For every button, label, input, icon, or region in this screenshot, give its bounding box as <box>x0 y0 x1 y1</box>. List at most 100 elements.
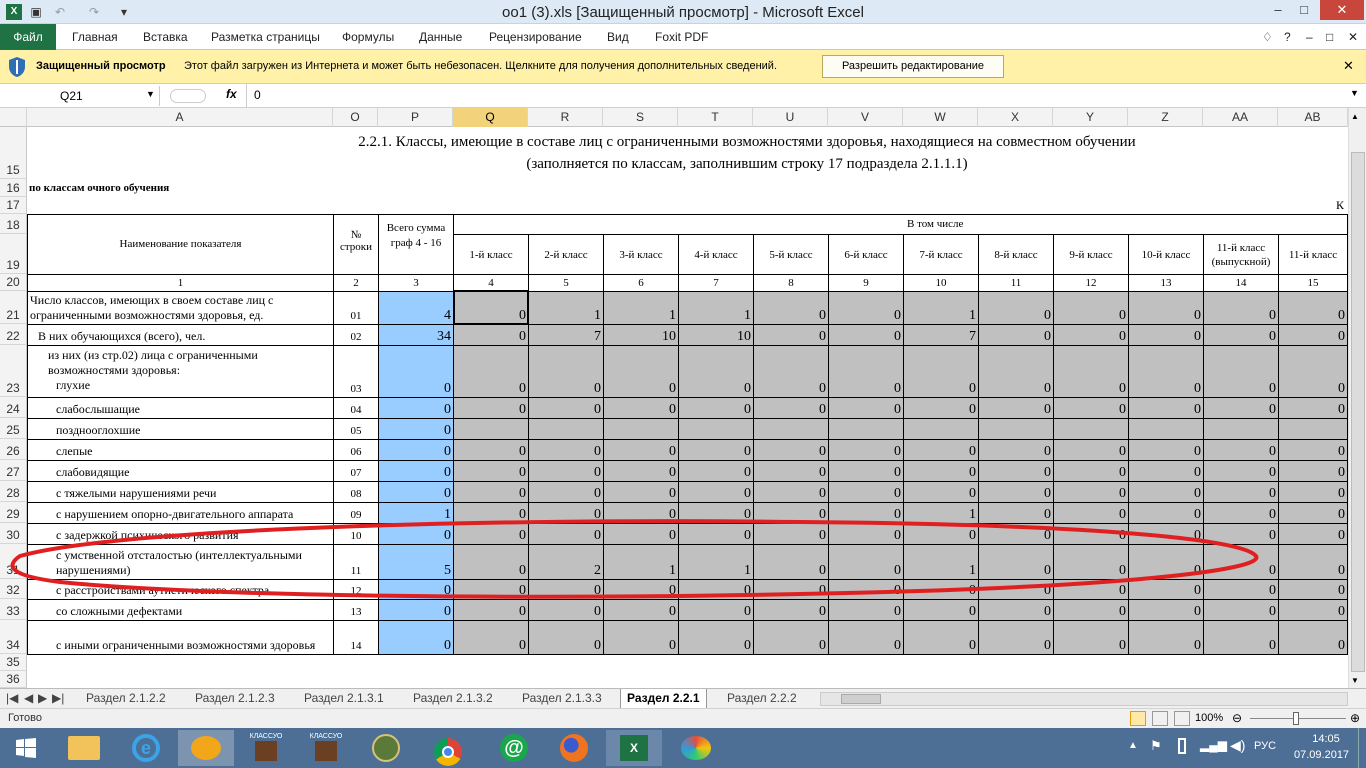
total-cell[interactable]: 0 <box>378 345 454 398</box>
row-header-34[interactable]: 34 <box>0 620 27 654</box>
value-cell[interactable]: 0 <box>528 481 604 503</box>
value-cell[interactable]: 0 <box>453 324 529 346</box>
value-cell[interactable]: 0 <box>1278 439 1348 461</box>
column-header-Y[interactable]: Y <box>1053 108 1128 127</box>
class-header[interactable]: 10-й класс <box>1128 234 1204 275</box>
class-header[interactable]: 6-й класс <box>828 234 904 275</box>
formula-input[interactable]: 0 <box>254 88 261 102</box>
volume-icon[interactable]: ◀) <box>1230 737 1245 754</box>
value-cell[interactable]: 0 <box>1203 460 1279 482</box>
zoom-out-icon[interactable]: ⊖ <box>1232 711 1242 725</box>
row-header-25[interactable]: 25 <box>0 418 27 439</box>
sheet-tab-2131[interactable]: Раздел 2.1.3.1 <box>304 691 384 705</box>
value-cell[interactable]: 0 <box>978 324 1054 346</box>
value-cell[interactable]: 0 <box>1053 481 1129 503</box>
column-number[interactable]: 9 <box>828 274 904 292</box>
clock-date[interactable]: 07.09.2017 <box>1294 749 1349 761</box>
workbook-close-icon[interactable]: ✕ <box>1348 30 1358 44</box>
value-cell[interactable]: 0 <box>903 460 979 482</box>
value-cell[interactable]: 0 <box>1128 439 1204 461</box>
value-cell[interactable]: 0 <box>753 345 829 398</box>
close-icon[interactable]: ✕ <box>1343 58 1354 74</box>
value-cell[interactable] <box>978 418 1054 440</box>
file-explorer-icon[interactable] <box>56 730 112 766</box>
value-cell[interactable]: 0 <box>978 291 1054 325</box>
class-header[interactable]: 5-й класс <box>753 234 829 275</box>
row-header-26[interactable]: 26 <box>0 439 27 460</box>
value-cell[interactable]: 0 <box>903 439 979 461</box>
value-cell[interactable]: 0 <box>903 397 979 419</box>
total-cell[interactable]: 4 <box>378 291 454 325</box>
insert-function-icon[interactable]: fx <box>226 87 237 101</box>
value-cell[interactable]: 10 <box>678 324 754 346</box>
value-cell[interactable]: 0 <box>603 481 679 503</box>
workbook-minimize-icon[interactable]: – <box>1306 30 1313 44</box>
value-cell[interactable] <box>1278 418 1348 440</box>
value-cell[interactable]: 0 <box>603 620 679 655</box>
tab-data[interactable]: Данные <box>419 30 462 44</box>
row-label[interactable]: позднооглохшие <box>27 418 334 440</box>
value-cell[interactable]: 0 <box>1278 291 1348 325</box>
column-header-A[interactable]: A <box>27 108 333 127</box>
value-cell[interactable]: 0 <box>1128 481 1204 503</box>
column-header-P[interactable]: P <box>378 108 453 127</box>
scrollbar-thumb[interactable] <box>841 694 881 704</box>
total-cell[interactable]: 0 <box>378 460 454 482</box>
value-cell[interactable]: 0 <box>453 439 529 461</box>
value-cell[interactable] <box>903 418 979 440</box>
sheet-tab-2133[interactable]: Раздел 2.1.3.3 <box>522 691 602 705</box>
start-button[interactable] <box>0 730 52 766</box>
value-cell[interactable] <box>603 418 679 440</box>
row-code[interactable]: 14 <box>333 620 379 655</box>
value-cell[interactable]: 0 <box>1278 460 1348 482</box>
value-cell[interactable]: 0 <box>753 620 829 655</box>
value-cell[interactable]: 0 <box>1128 345 1204 398</box>
internet-explorer-icon[interactable]: e <box>118 730 174 766</box>
row-code[interactable]: 03 <box>333 345 379 398</box>
row-code[interactable]: 07 <box>333 460 379 482</box>
value-cell[interactable]: 0 <box>1203 439 1279 461</box>
row-code[interactable]: 02 <box>333 324 379 346</box>
value-cell[interactable] <box>1053 418 1129 440</box>
tab-foxit-pdf[interactable]: Foxit PDF <box>655 30 708 44</box>
value-cell[interactable]: 0 <box>1053 460 1129 482</box>
value-cell[interactable]: 0 <box>678 460 754 482</box>
value-cell[interactable]: 0 <box>828 397 904 419</box>
value-cell[interactable]: 7 <box>903 324 979 346</box>
klassuo-app-icon-2[interactable]: КЛАССУО <box>298 730 354 766</box>
value-cell[interactable]: 0 <box>528 345 604 398</box>
show-desktop-button[interactable] <box>1358 728 1366 768</box>
sheet-tab-2123[interactable]: Раздел 2.1.2.3 <box>195 691 275 705</box>
column-header-AB[interactable]: AB <box>1278 108 1348 127</box>
row-code[interactable]: 06 <box>333 439 379 461</box>
value-cell[interactable]: 10 <box>603 324 679 346</box>
horizontal-scrollbar[interactable] <box>820 692 1348 706</box>
paint-icon[interactable] <box>668 730 724 766</box>
value-cell[interactable]: 0 <box>903 481 979 503</box>
column-header-Z[interactable]: Z <box>1128 108 1203 127</box>
help-icon[interactable]: ? <box>1284 30 1291 44</box>
last-sheet-icon[interactable]: ▶| <box>52 691 64 705</box>
column-number[interactable]: 11 <box>978 274 1054 292</box>
class-header[interactable]: 4-й класс <box>678 234 754 275</box>
mail-agent-icon[interactable]: @ <box>486 730 542 766</box>
scrollbar-thumb[interactable] <box>1351 152 1365 672</box>
value-cell[interactable]: 0 <box>678 439 754 461</box>
value-cell[interactable]: 7 <box>528 324 604 346</box>
column-number[interactable]: 13 <box>1128 274 1204 292</box>
row-label[interactable]: с иными ограниченными возможностями здор… <box>27 620 334 655</box>
column-number[interactable]: 10 <box>903 274 979 292</box>
class-header[interactable]: 11-й класс (выпускной) <box>1203 234 1279 275</box>
tab-page-layout[interactable]: Разметка страницы <box>211 30 320 44</box>
value-cell[interactable] <box>828 418 904 440</box>
tab-formulas[interactable]: Формулы <box>342 30 394 44</box>
vertical-scrollbar[interactable]: ▲ ▼ <box>1348 108 1366 688</box>
protected-view-message[interactable]: Этот файл загружен из Интернета и может … <box>184 60 777 72</box>
header-group[interactable]: В том числе <box>453 214 1348 235</box>
value-cell[interactable]: 0 <box>1203 324 1279 346</box>
sheet-tab-2122[interactable]: Раздел 2.1.2.2 <box>86 691 166 705</box>
value-cell[interactable]: 0 <box>1053 439 1129 461</box>
row-label[interactable]: с тяжелыми нарушениями речи <box>27 481 334 503</box>
value-cell[interactable]: 0 <box>753 291 829 325</box>
zoom-level[interactable]: 100% <box>1195 712 1223 724</box>
